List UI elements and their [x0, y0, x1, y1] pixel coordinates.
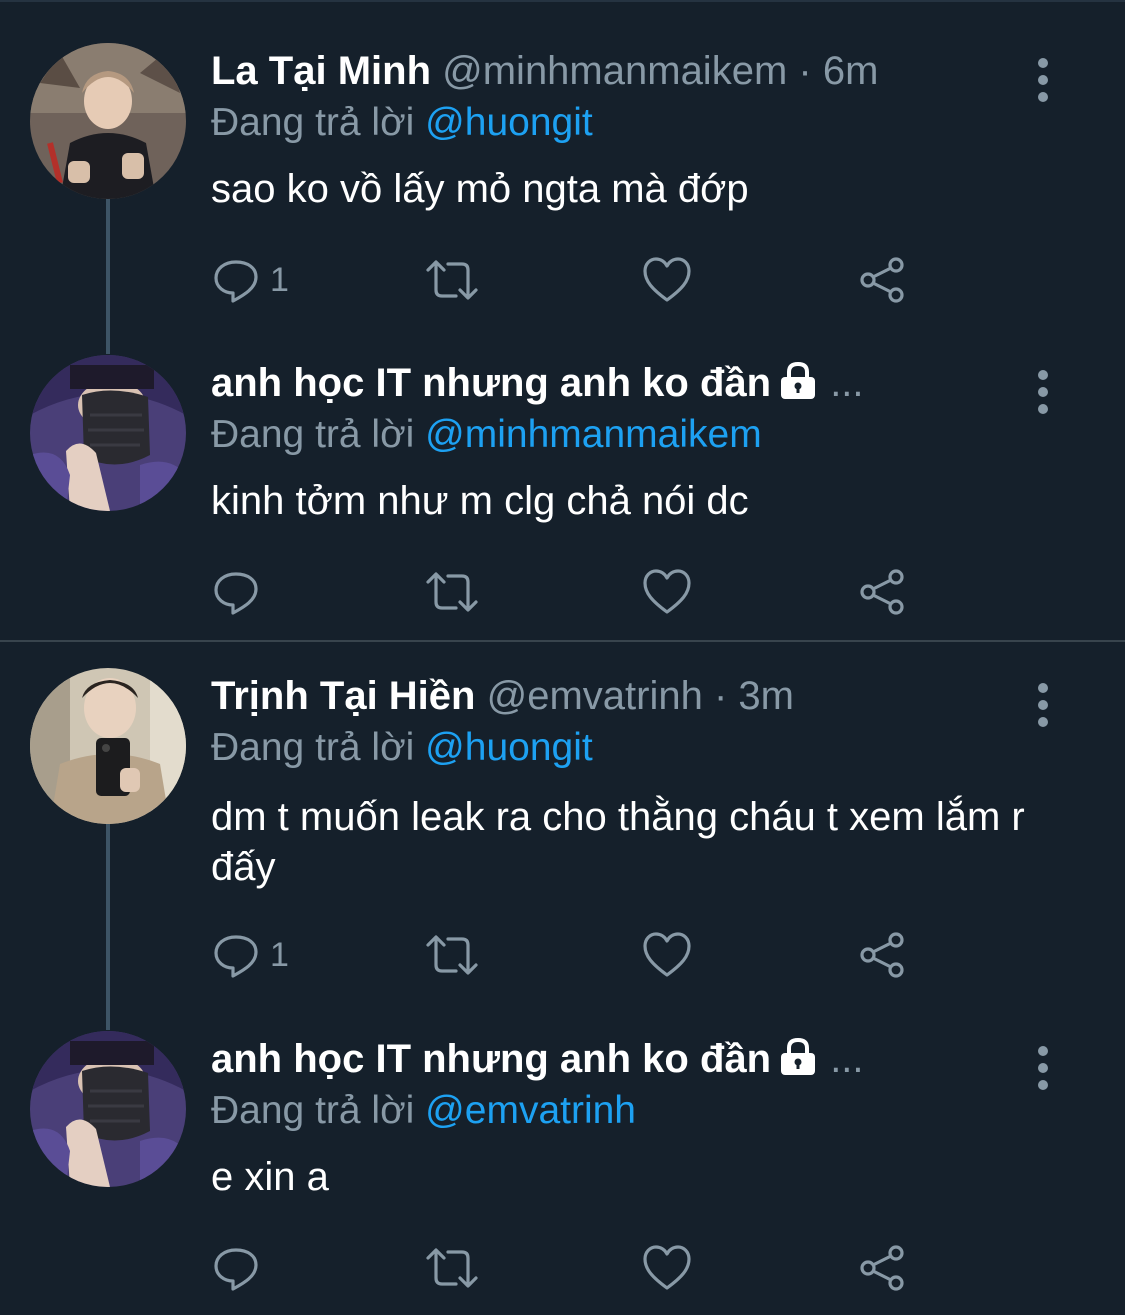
tweet-header: anh học IT nhưng anh ko đần ...	[211, 1034, 1005, 1084]
reply-count: 1	[270, 935, 289, 974]
user-handle[interactable]: @emvatrinh	[487, 674, 703, 718]
more-vertical-icon[interactable]	[1023, 1041, 1063, 1091]
tweet-text: e xin a	[211, 1155, 329, 1199]
top-border	[0, 0, 1125, 2]
header-ellipsis: ...	[830, 1037, 864, 1081]
replying-to-label: Đang trả lời	[211, 726, 415, 769]
reply-button[interactable]	[212, 1240, 270, 1296]
separator: ·	[798, 49, 812, 93]
thread-divider	[0, 640, 1125, 642]
reply-target-link[interactable]: @huongit	[425, 101, 593, 144]
tweet[interactable]: anh học IT nhưng anh ko đần ... Đang trả…	[0, 1031, 1125, 1311]
retweet-button[interactable]	[424, 564, 480, 620]
avatar[interactable]	[30, 668, 186, 824]
action-bar	[212, 1240, 932, 1296]
replying-to-label: Đang trả lời	[211, 413, 415, 456]
replying-to: Đang trả lời @minhmanmaikem	[211, 410, 762, 460]
avatar[interactable]	[30, 355, 186, 511]
header-ellipsis: ...	[830, 361, 864, 405]
timestamp[interactable]: 3m	[738, 674, 794, 718]
tweet-text: sao ko vồ lấy mỏ ngta mà đớp	[211, 167, 749, 211]
display-name[interactable]: anh học IT nhưng anh ko đần	[211, 1037, 771, 1081]
display-name[interactable]: La Tại Minh	[211, 49, 431, 93]
like-button[interactable]	[642, 927, 692, 983]
share-button[interactable]	[858, 927, 908, 983]
retweet-icon	[426, 935, 478, 975]
tweet-text: dm t muốn leak ra cho thằng cháu t xem l…	[211, 795, 1025, 889]
reply-count: 1	[270, 260, 289, 299]
like-button[interactable]	[642, 564, 692, 620]
timestamp[interactable]: 6m	[823, 49, 879, 93]
replying-to: Đang trả lời @emvatrinh	[211, 1086, 636, 1136]
tweet[interactable]: Trịnh Tại Hiền @emvatrinh · 3m Đang trả …	[0, 668, 1125, 998]
user-handle[interactable]: @minhmanmaikem	[442, 49, 787, 93]
reply-target-link[interactable]: @minhmanmaikem	[425, 413, 762, 456]
display-name[interactable]: Trịnh Tại Hiền	[211, 674, 475, 718]
share-icon	[860, 932, 904, 978]
more-vertical-icon[interactable]	[1023, 53, 1063, 103]
reply-button[interactable]	[212, 564, 270, 620]
retweet-button[interactable]	[424, 1240, 480, 1296]
share-icon	[860, 257, 904, 303]
tweet-text: kinh tởm như m clg chả nói dc	[211, 479, 749, 523]
avatar[interactable]	[30, 43, 186, 199]
more-vertical-icon[interactable]	[1023, 678, 1063, 728]
share-button[interactable]	[858, 252, 908, 308]
retweet-button[interactable]	[424, 927, 480, 983]
share-button[interactable]	[858, 1240, 908, 1296]
avatar[interactable]	[30, 1031, 186, 1187]
separator: ·	[713, 674, 728, 718]
action-bar: 1	[212, 252, 932, 308]
replying-to-label: Đang trả lời	[211, 101, 415, 144]
replying-to: Đang trả lời @huongit	[211, 723, 593, 773]
tweet-header: La Tại Minh @minhmanmaikem · 6m	[211, 46, 1005, 96]
retweet-icon	[426, 260, 478, 300]
reply-button[interactable]: 1	[212, 252, 289, 308]
heart-icon	[643, 1245, 691, 1290]
reply-button[interactable]: 1	[212, 927, 289, 983]
heart-icon	[643, 257, 691, 302]
like-button[interactable]	[642, 1240, 692, 1296]
tweet[interactable]: La Tại Minh @minhmanmaikem · 6m Đang trả…	[0, 43, 1125, 323]
reply-target-link[interactable]: @emvatrinh	[425, 1089, 636, 1132]
reply-icon	[214, 1248, 258, 1291]
share-button[interactable]	[858, 564, 908, 620]
lock-icon	[781, 361, 816, 399]
tweet-header: anh học IT nhưng anh ko đần ...	[211, 358, 1005, 408]
action-bar	[212, 564, 932, 620]
reply-icon	[214, 572, 258, 615]
retweet-icon	[426, 572, 478, 612]
reply-target-link[interactable]: @huongit	[425, 726, 593, 769]
retweet-button[interactable]	[424, 252, 480, 308]
action-bar: 1	[212, 927, 932, 983]
display-name[interactable]: anh học IT nhưng anh ko đần	[211, 361, 771, 405]
retweet-icon	[426, 1248, 478, 1288]
replying-to: Đang trả lời @huongit	[211, 98, 593, 148]
share-icon	[860, 569, 904, 615]
tweet-header: Trịnh Tại Hiền @emvatrinh · 3m	[211, 671, 1005, 721]
like-button[interactable]	[642, 252, 692, 308]
share-icon	[860, 1245, 904, 1291]
more-vertical-icon[interactable]	[1023, 365, 1063, 415]
tweet[interactable]: anh học IT nhưng anh ko đần ... Đang trả…	[0, 355, 1125, 635]
replying-to-label: Đang trả lời	[211, 1089, 415, 1132]
reply-icon	[214, 935, 258, 978]
heart-icon	[643, 569, 691, 614]
lock-icon	[781, 1037, 816, 1075]
heart-icon	[643, 932, 691, 977]
reply-icon	[214, 260, 258, 303]
